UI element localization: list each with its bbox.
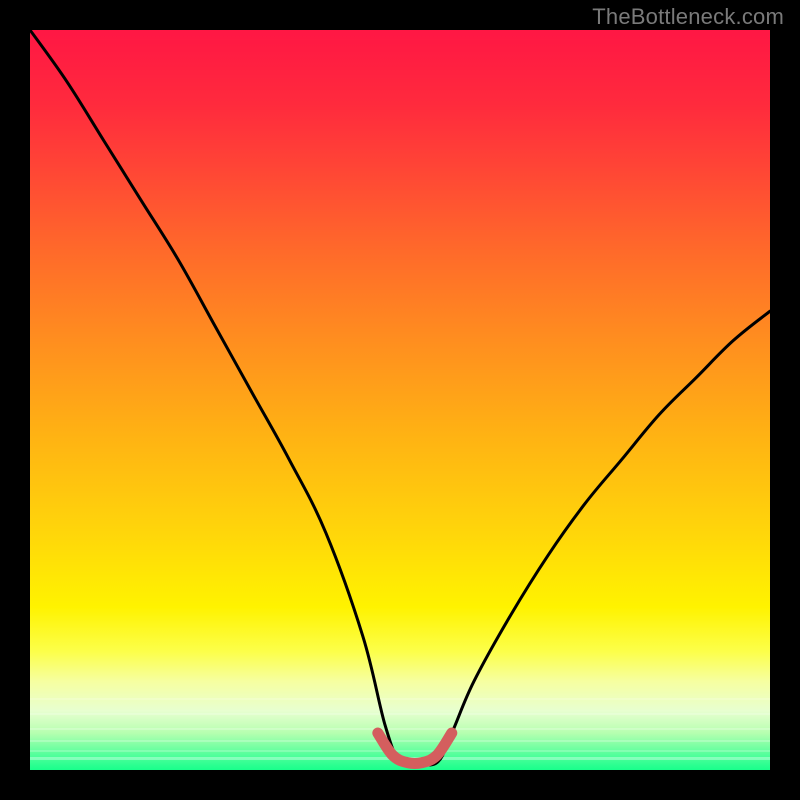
bottleneck-curve-svg [30,30,770,770]
plot-area [30,30,770,770]
bottleneck-curve [30,30,770,766]
watermark-text: TheBottleneck.com [592,4,784,30]
